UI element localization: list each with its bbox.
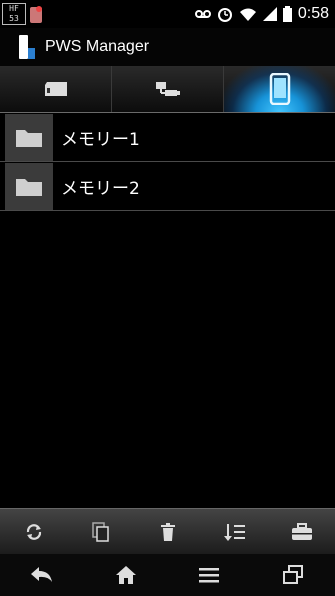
action-toolbar [0,508,335,555]
hf-badge-top: HF [9,4,19,13]
folder-thumb [5,113,53,161]
hf-badge: HF 53 [2,3,26,25]
recent-apps-icon [283,565,304,584]
system-nav-bar [0,554,335,596]
tab-usb[interactable] [111,66,223,112]
tab-sd-card[interactable] [0,66,111,112]
toolbox-button[interactable] [282,512,322,552]
signal-icon [262,7,277,21]
hf-badge-bottom: 53 [9,14,19,23]
notification-area: HF 53 [0,3,44,25]
folder-thumb [5,162,53,210]
home-button[interactable] [104,555,148,595]
delete-button[interactable] [148,512,188,552]
sort-icon [223,524,245,541]
copy-icon [91,522,109,542]
battery-icon [282,6,292,22]
phone-icon [269,73,290,105]
copy-button[interactable] [81,512,121,552]
back-icon [30,567,52,582]
menu-icon [199,568,220,583]
refresh-icon [26,524,41,540]
app-logo-icon [19,35,35,59]
alarm-icon [217,8,232,22]
list-item-label: メモリー1 [61,129,140,150]
app-title: PWS Manager [45,38,150,55]
folder-icon [16,130,42,147]
recent-apps-button[interactable] [271,555,315,595]
home-icon [115,566,136,584]
storage-tabs [0,66,335,113]
voicemail-icon [194,10,211,18]
tab-phone[interactable] [223,66,335,112]
toolbox-icon [291,523,312,540]
menu-button[interactable] [187,555,231,595]
system-status-icons: 0:58 [194,5,335,23]
list-item[interactable]: メモリー1 [0,113,335,162]
folder-icon [16,179,42,196]
sort-button[interactable] [215,512,255,552]
wifi-icon [239,8,256,21]
sd-card-icon [44,82,67,96]
status-bar: HF 53 0:58 [0,0,335,28]
memory-list: メモリー1 メモリー2 [0,113,335,211]
clock: 0:58 [297,5,329,22]
back-button[interactable] [20,555,64,595]
notification-app-icon [30,6,42,23]
list-item-label: メモリー2 [61,178,140,199]
list-item[interactable]: メモリー2 [0,162,335,211]
refresh-button[interactable] [14,512,54,552]
usb-icon [155,82,180,96]
app-title-bar: PWS Manager [0,28,335,66]
delete-icon [160,523,175,541]
